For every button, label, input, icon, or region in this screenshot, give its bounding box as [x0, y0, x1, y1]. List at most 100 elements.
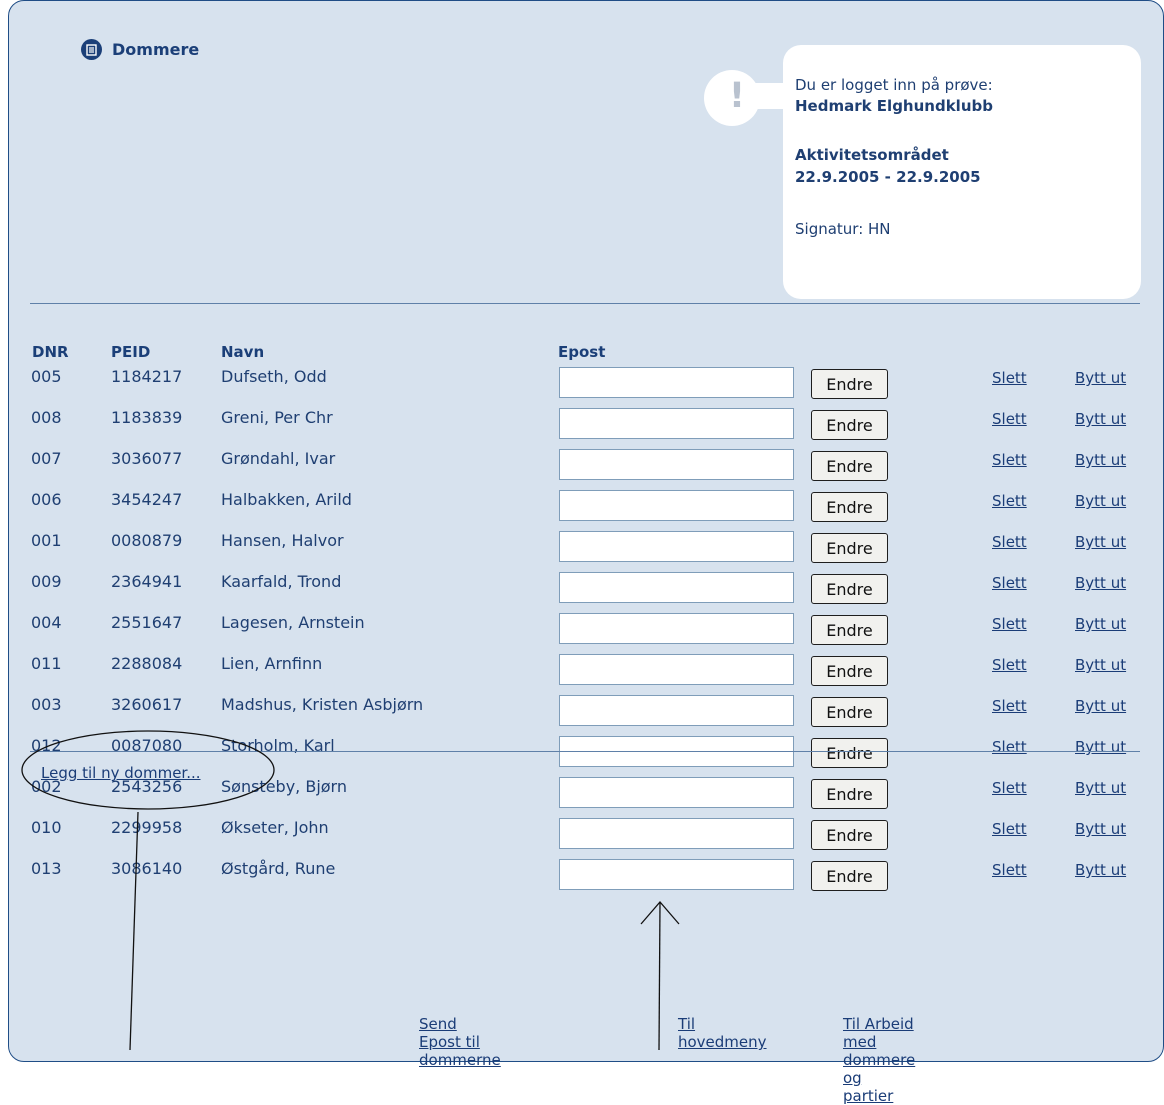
table-row: 013 3086140 Østgård, Rune Endre Slett Bytt ut — [0, 859, 1164, 899]
peid-cell: 3260617 — [111, 695, 183, 714]
table-row: 007 3036077 Grøndahl, Ivar Endre Slett Bytt u… — [0, 449, 1164, 489]
endre-button[interactable]: Endre — [811, 369, 888, 399]
name-cell: Storholm, Karl — [221, 736, 335, 755]
replace-link[interactable]: Bytt ut — [1075, 533, 1126, 551]
email-input[interactable] — [559, 408, 794, 439]
delete-link[interactable]: Slett — [992, 369, 1027, 387]
replace-link[interactable]: Bytt ut — [1075, 410, 1126, 428]
delete-link[interactable]: Slett — [992, 574, 1027, 592]
name-cell: Hansen, Halvor — [221, 531, 344, 550]
delete-link[interactable]: Slett — [992, 861, 1027, 879]
dnr-cell: 012 — [31, 736, 62, 755]
name-cell: Økseter, John — [221, 818, 329, 837]
table-row: 010 2299958 Økseter, John Endre Slett Bytt ut — [0, 818, 1164, 858]
table-row: 004 2551647 Lagesen, Arnstein Endre Slett Byt… — [0, 613, 1164, 653]
email-input[interactable] — [559, 613, 794, 644]
delete-link[interactable]: Slett — [992, 697, 1027, 715]
endre-button[interactable]: Endre — [811, 492, 888, 522]
col-name: Navn — [221, 343, 265, 361]
replace-link[interactable]: Bytt ut — [1075, 779, 1126, 797]
peid-cell: 3454247 — [111, 490, 183, 509]
email-input[interactable] — [559, 695, 794, 726]
col-email: Epost — [558, 343, 606, 361]
name-cell: Grøndahl, Ivar — [221, 449, 336, 468]
delete-link[interactable]: Slett — [992, 738, 1027, 756]
dnr-cell: 003 — [31, 695, 62, 714]
peid-cell: 1184217 — [111, 367, 183, 386]
delete-link[interactable]: Slett — [992, 820, 1027, 838]
endre-button[interactable]: Endre — [811, 697, 888, 727]
endre-button[interactable]: Endre — [811, 861, 888, 891]
endre-button[interactable]: Endre — [811, 451, 888, 481]
email-input[interactable] — [559, 531, 794, 562]
delete-link[interactable]: Slett — [992, 451, 1027, 469]
delete-link[interactable]: Slett — [992, 492, 1027, 510]
main-menu-link[interactable]: Til hovedmeny — [678, 1015, 767, 1051]
table-row: 011 2288084 Lien, Arnfinn Endre Slett Bytt ut — [0, 654, 1164, 694]
delete-link[interactable]: Slett — [992, 410, 1027, 428]
endre-button[interactable]: Endre — [811, 820, 888, 850]
table-row: 002 2543256 Sønsteby, Bjørn Endre Slett Bytt … — [0, 777, 1164, 817]
endre-button[interactable]: Endre — [811, 656, 888, 686]
event-dates: 22.9.2005 - 22.9.2005 — [795, 168, 981, 186]
endre-button[interactable]: Endre — [811, 410, 888, 440]
peid-cell: 2364941 — [111, 572, 183, 591]
replace-link[interactable]: Bytt ut — [1075, 656, 1126, 674]
email-input[interactable] — [559, 654, 794, 685]
peid-cell: 1183839 — [111, 408, 183, 427]
peid-cell: 2551647 — [111, 613, 183, 632]
replace-link[interactable]: Bytt ut — [1075, 615, 1126, 633]
login-info: Du er logget inn på prøve: Hedmark Elghu… — [795, 75, 1125, 240]
email-input[interactable] — [559, 777, 794, 808]
page-title: Dommere — [112, 40, 200, 59]
club-name: Hedmark Elghundklubb — [795, 97, 993, 115]
replace-link[interactable]: Bytt ut — [1075, 369, 1126, 387]
email-input[interactable] — [559, 572, 794, 603]
table-row: 003 3260617 Madshus, Kristen Asbjørn Endre S… — [0, 695, 1164, 735]
replace-link[interactable]: Bytt ut — [1075, 492, 1126, 510]
table-row: 005 1184217 Dufseth, Odd Endre Slett Bytt ut — [0, 367, 1164, 407]
endre-button[interactable]: Endre — [811, 738, 888, 768]
name-cell: Greni, Per Chr — [221, 408, 333, 427]
endre-button[interactable]: Endre — [811, 574, 888, 604]
send-email-link[interactable]: Send Epost til dommerne — [419, 1015, 501, 1069]
name-cell: Dufseth, Odd — [221, 367, 327, 386]
table-row: 001 0080879 Hansen, Halvor Endre Slett Bytt u… — [0, 531, 1164, 571]
endre-button[interactable]: Endre — [811, 533, 888, 563]
dnr-cell: 008 — [31, 408, 62, 427]
email-input[interactable] — [559, 818, 794, 849]
work-with-link[interactable]: Til Arbeid med dommere og partier — [843, 1015, 915, 1105]
replace-link[interactable]: Bytt ut — [1075, 738, 1126, 756]
replace-link[interactable]: Bytt ut — [1075, 820, 1126, 838]
dnr-cell: 013 — [31, 859, 62, 878]
table-row: 006 3454247 Halbakken, Arild Endre Slett Bytt… — [0, 490, 1164, 530]
endre-button[interactable]: Endre — [811, 615, 888, 645]
email-input[interactable] — [559, 859, 794, 890]
add-judge-link[interactable]: Legg til ny dommer... — [41, 764, 201, 782]
dnr-cell: 011 — [31, 654, 62, 673]
replace-link[interactable]: Bytt ut — [1075, 451, 1126, 469]
delete-link[interactable]: Slett — [992, 656, 1027, 674]
signature: Signatur: HN — [795, 220, 891, 238]
email-input[interactable] — [559, 490, 794, 521]
delete-link[interactable]: Slett — [992, 533, 1027, 551]
dnr-cell: 007 — [31, 449, 62, 468]
name-cell: Østgård, Rune — [221, 859, 336, 878]
dnr-cell: 005 — [31, 367, 62, 386]
col-peid: PEID — [111, 343, 151, 361]
delete-link[interactable]: Slett — [992, 615, 1027, 633]
name-cell: Madshus, Kristen Asbjørn — [221, 695, 424, 714]
document-icon — [81, 39, 102, 60]
table-row: 008 1183839 Greni, Per Chr Endre Slett Bytt u… — [0, 408, 1164, 448]
delete-link[interactable]: Slett — [992, 779, 1027, 797]
table-row: 009 2364941 Kaarfald, Trond Endre Slett Bytt … — [0, 572, 1164, 612]
email-input[interactable] — [559, 449, 794, 480]
dnr-cell: 006 — [31, 490, 62, 509]
replace-link[interactable]: Bytt ut — [1075, 861, 1126, 879]
replace-link[interactable]: Bytt ut — [1075, 574, 1126, 592]
replace-link[interactable]: Bytt ut — [1075, 697, 1126, 715]
name-cell: Kaarfald, Trond — [221, 572, 342, 591]
endre-button[interactable]: Endre — [811, 779, 888, 809]
exclamation-icon: ! — [729, 76, 745, 116]
email-input[interactable] — [559, 367, 794, 398]
